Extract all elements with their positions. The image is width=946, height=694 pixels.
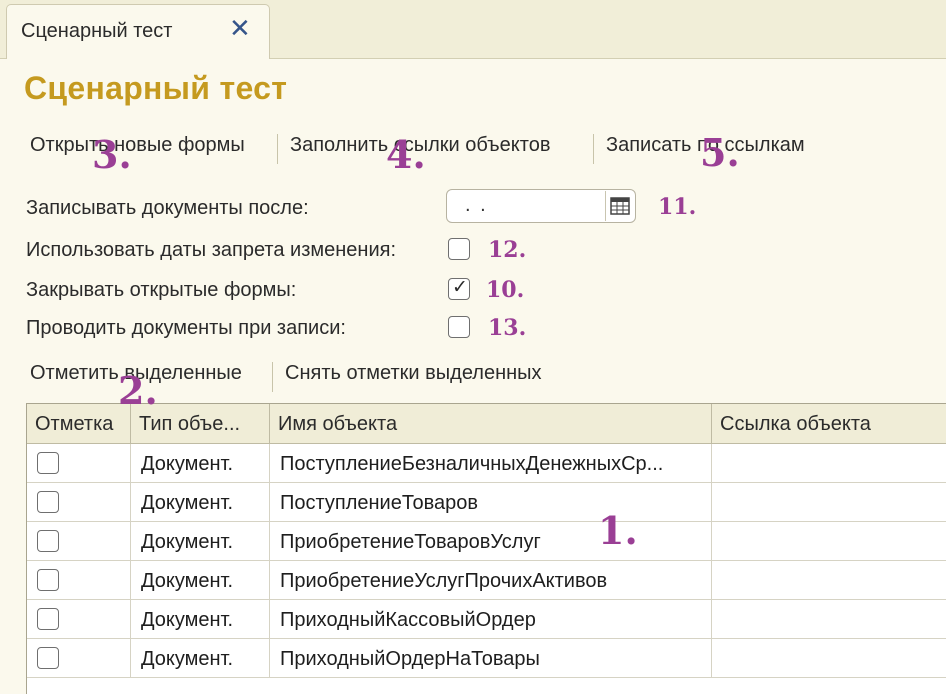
mark-cell (27, 444, 131, 482)
open-new-forms-button[interactable]: Открыть новые формы (30, 134, 245, 166)
table-row[interactable]: Документ. ПоступлениеБезналичныхДенежных… (27, 444, 946, 483)
annotation-13: 13. (488, 315, 527, 341)
use-prohibition-dates-checkbox[interactable] (448, 238, 470, 260)
row-checkbox[interactable] (37, 452, 59, 474)
mark-cell (27, 522, 131, 560)
tab-label: Сценарный тест (21, 20, 173, 42)
row-checkbox[interactable] (37, 530, 59, 552)
row-checkbox[interactable] (37, 569, 59, 591)
table-row[interactable]: Документ. ПриходныйОрдерНаТовары (27, 639, 946, 678)
name-cell: ПриобретениеТоваровУслуг (270, 522, 712, 560)
calendar-icon[interactable] (605, 191, 634, 221)
type-cell: Документ. (131, 600, 270, 638)
write-docs-after-label: Записывать документы после: (26, 197, 309, 219)
close-open-forms-checkbox[interactable]: ✓ (448, 278, 470, 300)
objects-table[interactable]: Отметка Тип объе... Имя объекта Ссылка о… (26, 403, 946, 694)
annotation-10: 10. (486, 277, 525, 303)
annotation-1: 1. (598, 508, 638, 553)
post-on-write-label: Проводить документы при записи: (26, 317, 346, 339)
row-checkbox[interactable] (37, 608, 59, 630)
link-cell (712, 600, 946, 638)
annotation-3: 3. (92, 132, 132, 177)
page-title: Сценарный тест (24, 70, 288, 106)
tab-scenario-test[interactable]: Сценарный тест ✕ (6, 4, 270, 59)
type-cell: Документ. (131, 561, 270, 599)
link-cell (712, 639, 946, 677)
annotation-5: 5. (700, 130, 740, 175)
table-row[interactable]: Документ. ПриобретениеУслугПрочихАктивов (27, 561, 946, 600)
name-cell: ПриходныйКассовыйОрдер (270, 600, 712, 638)
use-prohibition-dates-label: Использовать даты запрета изменения: (26, 239, 397, 261)
link-cell (712, 522, 946, 560)
column-header-name[interactable]: Имя объекта (270, 404, 712, 443)
mark-cell (27, 561, 131, 599)
column-header-mark[interactable]: Отметка (27, 404, 131, 443)
type-cell: Документ. (131, 483, 270, 521)
date-value: . . (465, 194, 488, 216)
mark-cell (27, 483, 131, 521)
write-docs-after-date-field[interactable]: . . (446, 189, 636, 223)
row-checkbox[interactable] (37, 647, 59, 669)
close-open-forms-label: Закрывать открытые формы: (26, 279, 297, 301)
annotation-4: 4. (386, 132, 426, 177)
type-cell: Документ. (131, 444, 270, 482)
unmark-selected-button[interactable]: Снять отметки выделенных (285, 362, 542, 394)
type-cell: Документ. (131, 522, 270, 560)
tab-bar: Сценарный тест ✕ (0, 0, 946, 59)
table-row[interactable]: Документ. ПоступлениеТоваров (27, 483, 946, 522)
post-on-write-checkbox[interactable] (448, 316, 470, 338)
row-checkbox[interactable] (37, 491, 59, 513)
link-cell (712, 483, 946, 521)
column-header-link[interactable]: Ссылка объекта (712, 404, 946, 443)
annotation-11: 11. (658, 194, 697, 220)
link-cell (712, 444, 946, 482)
toolbar-separator (272, 362, 273, 392)
name-cell: ПриходныйОрдерНаТовары (270, 639, 712, 677)
annotation-2: 2. (118, 368, 158, 413)
mark-cell (27, 639, 131, 677)
table-header: Отметка Тип объе... Имя объекта Ссылка о… (27, 404, 946, 444)
table-row[interactable]: Документ. ПриходныйКассовыйОрдер (27, 600, 946, 639)
mark-cell (27, 600, 131, 638)
annotation-12: 12. (488, 237, 527, 263)
link-cell (712, 561, 946, 599)
checkmark-icon: ✓ (452, 276, 468, 298)
toolbar-separator (593, 134, 594, 164)
name-cell: ПоступлениеБезналичныхДенежныхСр... (270, 444, 712, 482)
name-cell: ПоступлениеТоваров (270, 483, 712, 521)
table-row[interactable]: Документ. ПриобретениеТоваровУслуг (27, 522, 946, 561)
toolbar-separator (277, 134, 278, 164)
name-cell: ПриобретениеУслугПрочихАктивов (270, 561, 712, 599)
close-icon[interactable]: ✕ (229, 15, 251, 41)
type-cell: Документ. (131, 639, 270, 677)
